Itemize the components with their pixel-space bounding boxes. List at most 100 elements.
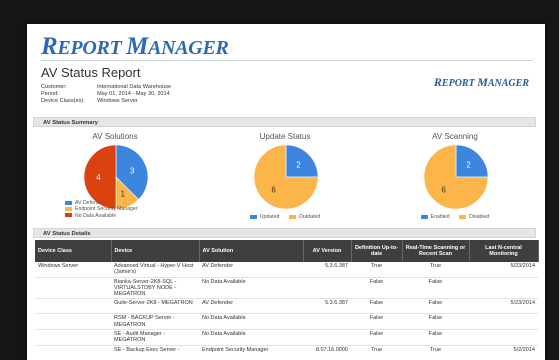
legend-swatch bbox=[249, 214, 257, 219]
cell-av-version: 5.3.6.387 bbox=[303, 298, 351, 315]
period-value: May 01, 2014 - May 30, 2014 bbox=[97, 91, 170, 97]
legend-av-scanning: Enabled Disabled bbox=[385, 214, 525, 220]
table-row: SE - Backup Exec Server - Endpoint Securi… bbox=[35, 345, 538, 360]
legend-swatch bbox=[459, 214, 467, 219]
col-av-solution[interactable]: AV Solution bbox=[199, 240, 304, 262]
cell-definition-up-to-date: True bbox=[351, 345, 402, 360]
cell-last-monitoring: 5/23/2014 bbox=[469, 298, 538, 315]
cell-device-class bbox=[35, 345, 111, 360]
cell-device: SE - Audit Manager - MEGATRON bbox=[111, 329, 199, 346]
chart-av-scanning: AV Scanning 26 Enabled Disabled bbox=[385, 132, 525, 237]
pie-slice-label: 1 bbox=[121, 189, 126, 198]
cell-av-version: 5.3.6.387 bbox=[303, 262, 351, 278]
cell-real-time-scanning: True bbox=[402, 345, 469, 360]
pie-slice-label: 6 bbox=[441, 185, 446, 194]
col-last-ncentral-monitoring[interactable]: Last N-central Monitoring bbox=[469, 240, 539, 262]
cell-device: Guile-Server-2K8 - MEGATRON bbox=[111, 298, 199, 315]
pie-slice-label: 4 bbox=[96, 173, 101, 182]
table-row: SE - Audit Manager - MEGATRON No Data Ava… bbox=[35, 329, 538, 346]
legend-swatch bbox=[65, 213, 72, 218]
cell-device-class bbox=[35, 277, 111, 300]
cell-device-class bbox=[35, 329, 111, 346]
cell-av-version bbox=[303, 313, 351, 331]
section-av-status-summary: AV Status Summary bbox=[33, 117, 536, 127]
cell-av-solution: No Data Available bbox=[199, 329, 303, 346]
report-manager-logo: REPORT MANAGER bbox=[41, 33, 229, 60]
cell-device: SE - Backup Exec Server - bbox=[111, 345, 199, 360]
header-divider bbox=[41, 60, 533, 61]
pie-av-scanning: 26 bbox=[423, 144, 489, 210]
table-row: RSM - BACKUP Server - MEGATRON No Data Av… bbox=[35, 313, 538, 331]
legend-swatch bbox=[420, 214, 428, 219]
cell-av-solution: No Data Available bbox=[199, 313, 303, 331]
device-class-value: Windows Server bbox=[97, 98, 138, 104]
chart-title: Update Status bbox=[259, 132, 311, 141]
cell-device: Bianka-Server-2K8-SQL - VIRTUALSTDBY NOD… bbox=[111, 277, 199, 300]
col-av-version[interactable]: AV Version bbox=[303, 240, 352, 262]
table-body: Windows Server Advanced Virtual - Hyper-V… bbox=[35, 262, 538, 360]
report-manager-logo-small: REPORT MANAGER bbox=[433, 75, 529, 89]
cell-device-class bbox=[35, 298, 111, 315]
cell-device: Advanced Virtual - Hyper-V Host (Jamie's… bbox=[111, 262, 199, 278]
legend-item: Disabled bbox=[459, 214, 489, 220]
cell-last-monitoring: 5/23/2014 bbox=[469, 262, 538, 278]
cell-real-time-scanning: False bbox=[402, 313, 469, 331]
cell-real-time-scanning: False bbox=[402, 329, 469, 346]
col-device[interactable]: Device bbox=[111, 240, 200, 262]
legend-swatch bbox=[288, 214, 296, 219]
legend-item: Updated bbox=[249, 214, 279, 220]
cell-av-version: 8.07.16.0000 bbox=[303, 345, 351, 360]
legend-swatch bbox=[65, 206, 72, 211]
section-av-status-details: AV Status Details bbox=[33, 228, 536, 238]
col-definition-up-to-date[interactable]: Definition Up-to-date bbox=[351, 240, 403, 262]
cell-definition-up-to-date: True bbox=[351, 262, 402, 278]
legend-item: Enabled bbox=[420, 214, 450, 220]
cell-real-time-scanning: False bbox=[402, 298, 469, 315]
pie-slice-label: 2 bbox=[296, 161, 301, 170]
pie-slice-enabled bbox=[455, 144, 489, 178]
pie-slice-updated bbox=[285, 144, 319, 178]
cell-av-solution: AV Defender bbox=[199, 262, 303, 278]
pie-update-status: 26 bbox=[253, 144, 319, 210]
col-device-class[interactable]: Device Class bbox=[35, 240, 112, 262]
chart-update-status: Update Status 26 Updated Outdated bbox=[215, 132, 355, 237]
cell-definition-up-to-date: False bbox=[351, 277, 402, 300]
report-page: REPORT MANAGER AV Status Report REPORT M… bbox=[27, 24, 545, 360]
cell-last-monitoring: 5/2/2014 bbox=[469, 345, 538, 360]
table-row: Windows Server Advanced Virtual - Hyper-V… bbox=[35, 262, 538, 278]
pie-slice-label: 2 bbox=[466, 161, 471, 170]
customer-value: International Data Warehouse bbox=[97, 84, 172, 90]
cell-last-monitoring bbox=[469, 329, 538, 346]
chart-title: AV Solutions bbox=[92, 132, 138, 141]
chart-title: AV Scanning bbox=[432, 132, 478, 141]
cell-device-class: Windows Server bbox=[35, 262, 111, 278]
cell-av-solution: No Data Available bbox=[199, 277, 303, 300]
col-real-time-scanning[interactable]: Real-Time Scanning or Recent Scan bbox=[402, 240, 470, 262]
cell-definition-up-to-date: False bbox=[351, 313, 402, 331]
table-row: Bianka-Server-2K8-SQL - VIRTUALSTDBY NOD… bbox=[35, 277, 538, 300]
cell-definition-up-to-date: False bbox=[351, 298, 402, 315]
cell-last-monitoring bbox=[469, 277, 538, 300]
cell-last-monitoring bbox=[469, 313, 538, 331]
cell-device: RSM - BACKUP Server - MEGATRON bbox=[111, 313, 199, 331]
pie-slice-label: 3 bbox=[130, 166, 135, 175]
cell-definition-up-to-date: False bbox=[351, 329, 402, 346]
chart-av-solutions: AV Solutions 3 1 4 AV Defender Endpoint Se… bbox=[45, 132, 185, 237]
cell-av-version bbox=[303, 277, 351, 300]
cell-av-version bbox=[303, 329, 351, 346]
legend-item: No Data Available bbox=[65, 213, 138, 219]
cell-real-time-scanning: False bbox=[402, 277, 469, 300]
table-header-row: Device Class Device AV Solution AV Versi… bbox=[35, 240, 539, 262]
cell-av-solution: AV Defender bbox=[199, 298, 303, 315]
cell-device-class bbox=[35, 313, 111, 331]
pie-slice-label: 6 bbox=[271, 185, 276, 194]
legend-av-solutions: AV Defender Endpoint Security Manager No… bbox=[65, 200, 138, 219]
cell-av-solution: Endpoint Security Manager bbox=[199, 345, 303, 360]
report-title: AV Status Report bbox=[41, 65, 141, 80]
legend-update-status: Updated Outdated bbox=[215, 214, 355, 220]
legend-item: Outdated bbox=[288, 214, 320, 220]
report-metadata: Customer: International Data Warehouse Pe… bbox=[41, 84, 172, 104]
av-status-details-table: Device Class Device AV Solution AV Versi… bbox=[35, 240, 539, 360]
legend-swatch bbox=[65, 200, 72, 205]
table-row: Guile-Server-2K8 - MEGATRON AV Defender 5.… bbox=[35, 298, 538, 315]
